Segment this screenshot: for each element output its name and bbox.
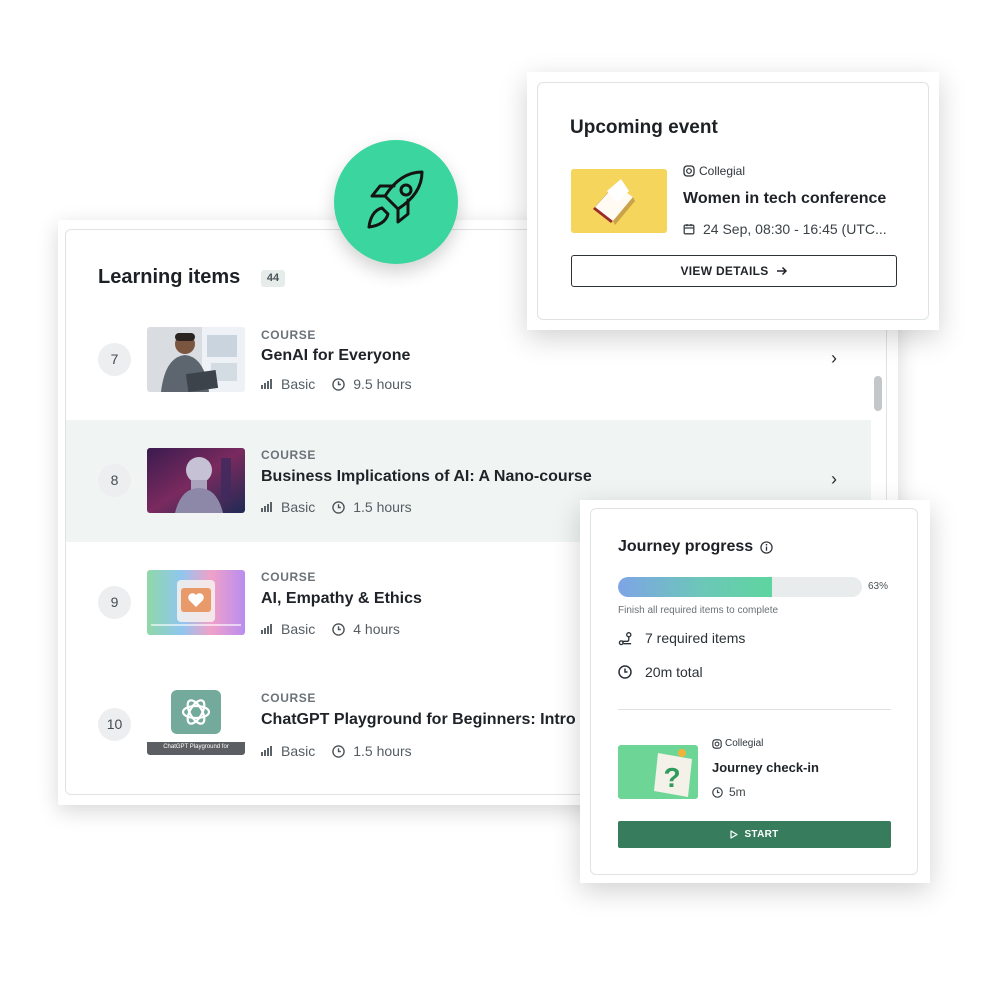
course-thumbnail <box>147 448 245 513</box>
svg-text:?: ? <box>663 762 680 793</box>
item-number: 9 <box>98 586 131 619</box>
learning-items-title: Learning items <box>98 266 241 288</box>
course-thumbnail: ChatGPT Playground for <box>147 690 245 755</box>
item-number: 8 <box>98 464 131 497</box>
progress-bar-fill <box>618 577 772 597</box>
required-items-stat: 7 required items <box>618 630 745 646</box>
event-name[interactable]: Women in tech conference <box>683 190 886 208</box>
clock-icon <box>618 665 632 679</box>
item-level: Basic <box>281 621 316 637</box>
view-details-label: VIEW DETAILS <box>680 264 769 278</box>
view-details-button[interactable]: VIEW DETAILS <box>571 255 897 287</box>
rocket-icon <box>367 170 424 229</box>
clock-icon <box>332 744 346 758</box>
progress-percent: 63% <box>868 581 889 592</box>
item-level: Basic <box>281 499 316 515</box>
course-thumbnail <box>147 327 245 392</box>
thumbnail-caption: ChatGPT Playground for <box>163 744 229 750</box>
item-type-label: COURSE <box>261 570 316 584</box>
start-button[interactable]: START <box>618 821 891 848</box>
item-duration: 1.5 hours <box>353 499 412 515</box>
calendar-icon <box>683 224 695 235</box>
checkin-thumbnail: ? <box>618 745 698 799</box>
journey-progress-card: Journey progress 63% Finish all required… <box>590 508 918 875</box>
item-number: 7 <box>98 343 131 376</box>
event-thumbnail <box>571 169 667 233</box>
item-title[interactable]: ChatGPT Playground for Beginners: Intro <box>261 711 576 729</box>
chevron-right-icon[interactable]: › <box>831 469 837 490</box>
chevron-right-icon[interactable]: › <box>831 348 837 369</box>
level-bars-icon <box>261 746 272 756</box>
arrow-right-icon <box>776 266 787 276</box>
play-icon <box>730 830 739 839</box>
event-date: 24 Sep, 08:30 - 16:45 (UTC... <box>683 221 887 237</box>
event-provider-name: Collegial <box>699 164 746 178</box>
upcoming-event-card: Upcoming event Collegial Women in tech c… <box>537 82 929 320</box>
clock-icon <box>332 377 346 391</box>
level-bars-icon <box>261 624 272 634</box>
item-type-label: COURSE <box>261 691 316 705</box>
clock-icon <box>712 786 723 798</box>
item-meta: Basic 1.5 hours <box>261 499 412 515</box>
item-duration: 4 hours <box>353 621 400 637</box>
item-number: 10 <box>98 708 131 741</box>
clock-icon <box>332 622 346 636</box>
checkin-name[interactable]: Journey check-in <box>712 760 819 775</box>
divider <box>618 709 891 710</box>
checkin-provider-name: Collegial <box>725 738 764 749</box>
item-level: Basic <box>281 743 316 759</box>
event-date-text: 24 Sep, 08:30 - 16:45 (UTC... <box>703 221 887 237</box>
level-bars-icon <box>261 502 272 512</box>
progress-note: Finish all required items to complete <box>618 605 779 616</box>
required-items-text: 7 required items <box>645 630 746 646</box>
scrollbar-thumb[interactable] <box>874 376 882 411</box>
journey-title-text: Journey progress <box>618 538 754 555</box>
collegial-logo-icon <box>683 165 695 177</box>
item-meta: Basic 9.5 hours <box>261 376 412 392</box>
total-time-stat: 20m total <box>618 664 703 680</box>
rocket-badge <box>334 140 458 264</box>
item-type-label: COURSE <box>261 328 316 342</box>
learning-items-count-badge: 44 <box>261 270 285 287</box>
item-duration: 9.5 hours <box>353 376 412 392</box>
route-icon <box>618 631 632 645</box>
total-time-text: 20m total <box>645 664 703 680</box>
info-icon[interactable] <box>760 540 773 554</box>
level-bars-icon <box>261 379 272 389</box>
checkin-duration: 5m <box>712 785 746 799</box>
checkin-duration-text: 5m <box>729 785 746 799</box>
clock-icon <box>332 500 346 514</box>
upcoming-event-title: Upcoming event <box>570 117 718 138</box>
progress-bar <box>618 577 862 597</box>
item-type-label: COURSE <box>261 448 316 462</box>
item-duration: 1.5 hours <box>353 743 412 759</box>
event-provider: Collegial <box>683 164 745 178</box>
start-label: START <box>744 829 779 840</box>
checkin-provider: Collegial <box>712 738 763 749</box>
item-meta: Basic 1.5 hours <box>261 743 412 759</box>
course-thumbnail <box>147 570 245 635</box>
item-level: Basic <box>281 376 316 392</box>
item-meta: Basic 4 hours <box>261 621 400 637</box>
journey-progress-title: Journey progress <box>618 538 773 556</box>
item-title[interactable]: Business Implications of AI: A Nano-cour… <box>261 468 592 486</box>
item-title[interactable]: GenAI for Everyone <box>261 347 410 365</box>
collegial-logo-icon <box>712 738 722 749</box>
item-title[interactable]: AI, Empathy & Ethics <box>261 590 422 608</box>
